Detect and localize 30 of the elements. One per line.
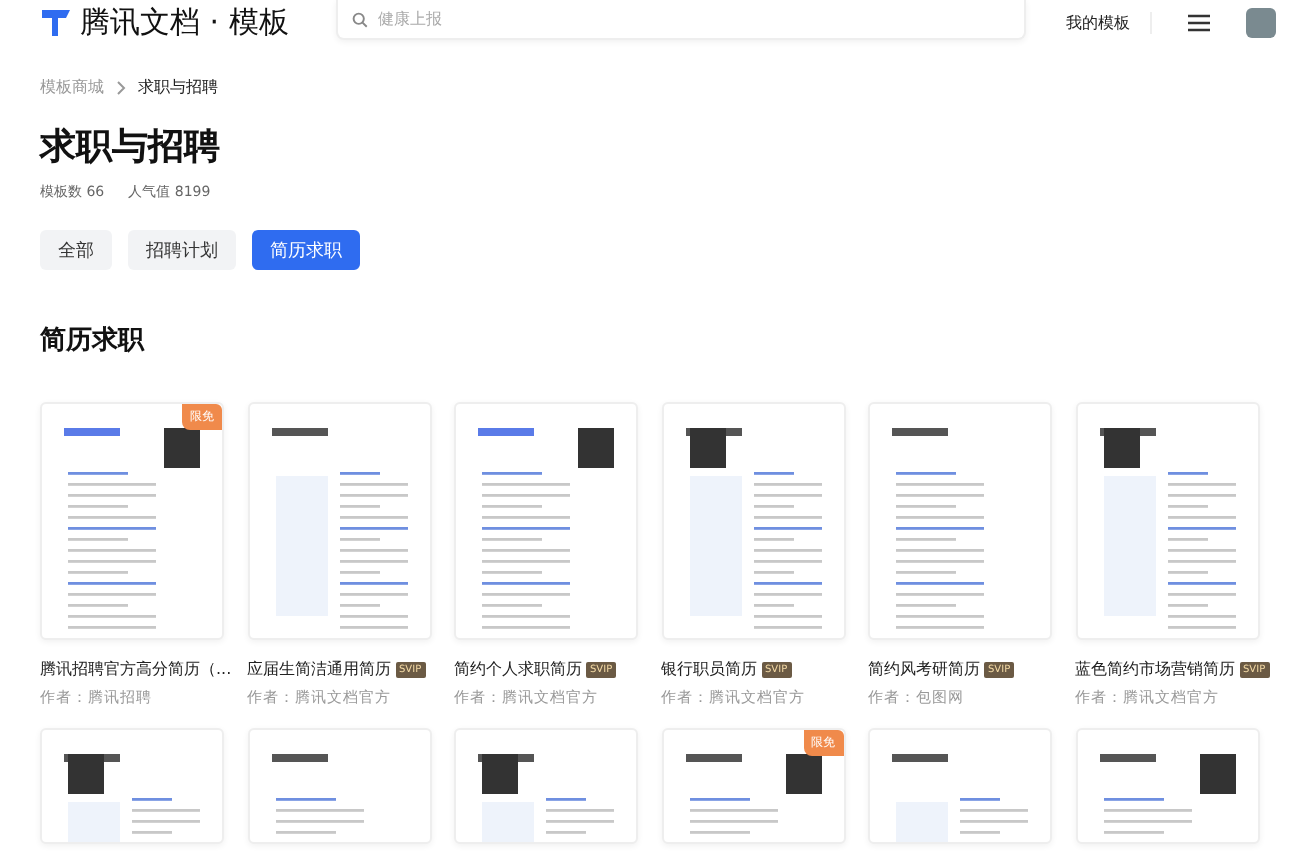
template-title[interactable]: 银行职员简历 <box>661 658 757 680</box>
template-thumbnail[interactable] <box>1075 402 1259 640</box>
template-title[interactable]: 应届生简洁通用简历 <box>247 658 391 680</box>
template-title[interactable]: 腾讯招聘官方高分简历（... <box>40 658 232 680</box>
template-title[interactable]: 简约个人求职简历 <box>454 658 582 680</box>
page-title: 求职与招聘 <box>40 124 222 170</box>
template-thumbnail[interactable] <box>868 402 1052 640</box>
menu-icon[interactable] <box>1188 13 1210 31</box>
template-thumbnail[interactable] <box>454 402 638 640</box>
template-thumbnail[interactable] <box>661 402 845 640</box>
logo-text[interactable]: 腾讯文档 · 模板 <box>80 3 289 41</box>
filter-tab[interactable]: 全部 <box>40 230 112 270</box>
search-field[interactable]: 健康上报 <box>336 0 1026 40</box>
template-thumbnail[interactable] <box>1075 728 1259 844</box>
template-thumbnail[interactable] <box>868 728 1052 844</box>
template-title[interactable]: 简约风考研简历 <box>868 658 980 680</box>
template-title[interactable]: 蓝色简约市场营销简历 <box>1075 658 1235 680</box>
my-templates-link[interactable]: 我的模板 <box>1066 11 1152 33</box>
avatar[interactable] <box>1246 7 1276 37</box>
filter-tab[interactable]: 招聘计划 <box>128 230 236 270</box>
section-title: 简历求职 <box>40 324 147 358</box>
search-icon <box>352 12 368 28</box>
logo-icon <box>40 6 72 38</box>
filter-tab[interactable]: 简历求职 <box>252 230 360 270</box>
template-thumbnail[interactable] <box>40 728 224 844</box>
breadcrumb-item[interactable]: 求职与招聘 <box>138 76 218 98</box>
template-thumbnail[interactable] <box>247 402 431 640</box>
template-thumbnail[interactable] <box>247 728 431 844</box>
chevron-right-icon <box>116 79 126 95</box>
template-thumbnail[interactable] <box>454 728 638 844</box>
